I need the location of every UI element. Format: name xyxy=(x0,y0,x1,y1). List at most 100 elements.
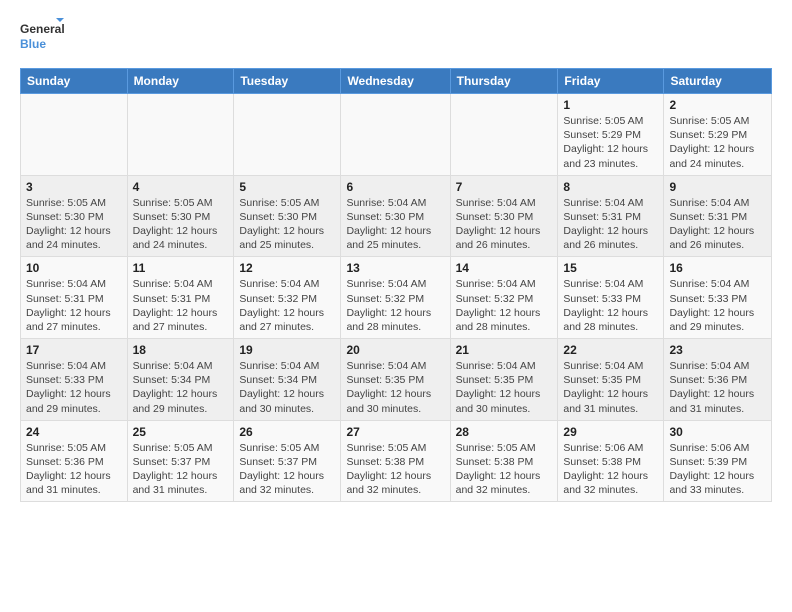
day-info: Sunrise: 5:06 AM Sunset: 5:38 PM Dayligh… xyxy=(563,441,658,498)
day-cell: 1 Sunrise: 5:05 AM Sunset: 5:29 PM Daylig… xyxy=(558,94,664,176)
day-cell: 8 Sunrise: 5:04 AM Sunset: 5:31 PM Daylig… xyxy=(558,175,664,257)
day-info: Sunrise: 5:04 AM Sunset: 5:36 PM Dayligh… xyxy=(669,359,766,416)
day-cell: 21 Sunrise: 5:04 AM Sunset: 5:35 PM Dayli… xyxy=(450,339,558,421)
day-cell: 7 Sunrise: 5:04 AM Sunset: 5:30 PM Daylig… xyxy=(450,175,558,257)
week-row-2: 3 Sunrise: 5:05 AM Sunset: 5:30 PM Daylig… xyxy=(21,175,772,257)
day-cell: 6 Sunrise: 5:04 AM Sunset: 5:30 PM Daylig… xyxy=(341,175,450,257)
day-info: Sunrise: 5:04 AM Sunset: 5:32 PM Dayligh… xyxy=(456,277,553,334)
day-number: 7 xyxy=(456,180,553,194)
day-info: Sunrise: 5:04 AM Sunset: 5:31 PM Dayligh… xyxy=(133,277,229,334)
day-cell xyxy=(21,94,128,176)
day-cell: 25 Sunrise: 5:05 AM Sunset: 5:37 PM Dayli… xyxy=(127,420,234,502)
day-number: 19 xyxy=(239,343,335,357)
day-info: Sunrise: 5:04 AM Sunset: 5:32 PM Dayligh… xyxy=(346,277,444,334)
day-cell: 16 Sunrise: 5:04 AM Sunset: 5:33 PM Dayli… xyxy=(664,257,772,339)
weekday-header-row: SundayMondayTuesdayWednesdayThursdayFrid… xyxy=(21,69,772,94)
day-cell: 14Sunrise: 5:04 AM Sunset: 5:32 PM Dayli… xyxy=(450,257,558,339)
day-info: Sunrise: 5:04 AM Sunset: 5:34 PM Dayligh… xyxy=(239,359,335,416)
day-info: Sunrise: 5:04 AM Sunset: 5:33 PM Dayligh… xyxy=(669,277,766,334)
day-number: 26 xyxy=(239,425,335,439)
day-cell: 10 Sunrise: 5:04 AM Sunset: 5:31 PM Dayli… xyxy=(21,257,128,339)
weekday-tuesday: Tuesday xyxy=(234,69,341,94)
day-number: 30 xyxy=(669,425,766,439)
day-number: 4 xyxy=(133,180,229,194)
day-info: Sunrise: 5:04 AM Sunset: 5:31 PM Dayligh… xyxy=(563,196,658,253)
day-cell: 27 Sunrise: 5:05 AM Sunset: 5:38 PM Dayli… xyxy=(341,420,450,502)
day-number: 9 xyxy=(669,180,766,194)
day-number: 1 xyxy=(563,98,658,112)
day-number: 21 xyxy=(456,343,553,357)
day-cell: 15Sunrise: 5:04 AM Sunset: 5:33 PM Dayli… xyxy=(558,257,664,339)
day-info: Sunrise: 5:05 AM Sunset: 5:30 PM Dayligh… xyxy=(26,196,122,253)
day-cell xyxy=(450,94,558,176)
day-cell: 17 Sunrise: 5:04 AM Sunset: 5:33 PM Dayli… xyxy=(21,339,128,421)
day-info: Sunrise: 5:04 AM Sunset: 5:30 PM Dayligh… xyxy=(456,196,553,253)
day-info: Sunrise: 5:04 AM Sunset: 5:31 PM Dayligh… xyxy=(669,196,766,253)
day-number: 17 xyxy=(26,343,122,357)
day-number: 25 xyxy=(133,425,229,439)
day-cell: 28Sunrise: 5:05 AM Sunset: 5:38 PM Dayli… xyxy=(450,420,558,502)
day-cell: 12Sunrise: 5:04 AM Sunset: 5:32 PM Dayli… xyxy=(234,257,341,339)
day-cell: 18 Sunrise: 5:04 AM Sunset: 5:34 PM Dayli… xyxy=(127,339,234,421)
day-info: Sunrise: 5:04 AM Sunset: 5:30 PM Dayligh… xyxy=(346,196,444,253)
day-number: 3 xyxy=(26,180,122,194)
day-cell: 5 Sunrise: 5:05 AM Sunset: 5:30 PM Daylig… xyxy=(234,175,341,257)
day-cell: 26 Sunrise: 5:05 AM Sunset: 5:37 PM Dayli… xyxy=(234,420,341,502)
day-info: Sunrise: 5:04 AM Sunset: 5:31 PM Dayligh… xyxy=(26,277,122,334)
day-cell: 19 Sunrise: 5:04 AM Sunset: 5:34 PM Dayli… xyxy=(234,339,341,421)
day-cell: 30 Sunrise: 5:06 AM Sunset: 5:39 PM Dayli… xyxy=(664,420,772,502)
day-number: 10 xyxy=(26,261,122,275)
logo-graphic: General Blue xyxy=(20,16,64,56)
day-info: Sunrise: 5:04 AM Sunset: 5:35 PM Dayligh… xyxy=(346,359,444,416)
week-row-5: 24 Sunrise: 5:05 AM Sunset: 5:36 PM Dayli… xyxy=(21,420,772,502)
day-number: 16 xyxy=(669,261,766,275)
svg-text:Blue: Blue xyxy=(20,37,46,51)
weekday-thursday: Thursday xyxy=(450,69,558,94)
day-number: 13 xyxy=(346,261,444,275)
page: General Blue SundayMondayTuesdayWednesda… xyxy=(0,0,792,512)
day-info: Sunrise: 5:05 AM Sunset: 5:36 PM Dayligh… xyxy=(26,441,122,498)
day-cell xyxy=(341,94,450,176)
day-info: Sunrise: 5:05 AM Sunset: 5:37 PM Dayligh… xyxy=(239,441,335,498)
day-info: Sunrise: 5:04 AM Sunset: 5:32 PM Dayligh… xyxy=(239,277,335,334)
day-info: Sunrise: 5:04 AM Sunset: 5:33 PM Dayligh… xyxy=(26,359,122,416)
svg-text:General: General xyxy=(20,22,64,36)
day-number: 5 xyxy=(239,180,335,194)
day-info: Sunrise: 5:04 AM Sunset: 5:35 PM Dayligh… xyxy=(456,359,553,416)
day-number: 18 xyxy=(133,343,229,357)
week-row-3: 10 Sunrise: 5:04 AM Sunset: 5:31 PM Dayli… xyxy=(21,257,772,339)
weekday-saturday: Saturday xyxy=(664,69,772,94)
day-info: Sunrise: 5:06 AM Sunset: 5:39 PM Dayligh… xyxy=(669,441,766,498)
day-info: Sunrise: 5:04 AM Sunset: 5:33 PM Dayligh… xyxy=(563,277,658,334)
day-info: Sunrise: 5:05 AM Sunset: 5:37 PM Dayligh… xyxy=(133,441,229,498)
day-number: 27 xyxy=(346,425,444,439)
week-row-1: 1 Sunrise: 5:05 AM Sunset: 5:29 PM Daylig… xyxy=(21,94,772,176)
header: General Blue xyxy=(20,16,772,56)
weekday-monday: Monday xyxy=(127,69,234,94)
day-info: Sunrise: 5:05 AM Sunset: 5:30 PM Dayligh… xyxy=(239,196,335,253)
day-info: Sunrise: 5:05 AM Sunset: 5:29 PM Dayligh… xyxy=(563,114,658,171)
day-cell: 2Sunrise: 5:05 AM Sunset: 5:29 PM Daylig… xyxy=(664,94,772,176)
day-cell: 22Sunrise: 5:04 AM Sunset: 5:35 PM Dayli… xyxy=(558,339,664,421)
weekday-friday: Friday xyxy=(558,69,664,94)
day-cell: 29Sunrise: 5:06 AM Sunset: 5:38 PM Dayli… xyxy=(558,420,664,502)
day-number: 28 xyxy=(456,425,553,439)
day-cell: 23 Sunrise: 5:04 AM Sunset: 5:36 PM Dayli… xyxy=(664,339,772,421)
day-info: Sunrise: 5:04 AM Sunset: 5:35 PM Dayligh… xyxy=(563,359,658,416)
day-number: 8 xyxy=(563,180,658,194)
weekday-sunday: Sunday xyxy=(21,69,128,94)
day-number: 24 xyxy=(26,425,122,439)
day-number: 23 xyxy=(669,343,766,357)
day-number: 20 xyxy=(346,343,444,357)
day-cell: 24 Sunrise: 5:05 AM Sunset: 5:36 PM Dayli… xyxy=(21,420,128,502)
day-cell: 20 Sunrise: 5:04 AM Sunset: 5:35 PM Dayli… xyxy=(341,339,450,421)
day-info: Sunrise: 5:05 AM Sunset: 5:30 PM Dayligh… xyxy=(133,196,229,253)
day-number: 11 xyxy=(133,261,229,275)
week-row-4: 17 Sunrise: 5:04 AM Sunset: 5:33 PM Dayli… xyxy=(21,339,772,421)
calendar: SundayMondayTuesdayWednesdayThursdayFrid… xyxy=(20,68,772,502)
day-info: Sunrise: 5:05 AM Sunset: 5:38 PM Dayligh… xyxy=(346,441,444,498)
day-cell: 3 Sunrise: 5:05 AM Sunset: 5:30 PM Daylig… xyxy=(21,175,128,257)
day-info: Sunrise: 5:04 AM Sunset: 5:34 PM Dayligh… xyxy=(133,359,229,416)
day-number: 6 xyxy=(346,180,444,194)
day-cell: 13 Sunrise: 5:04 AM Sunset: 5:32 PM Dayli… xyxy=(341,257,450,339)
